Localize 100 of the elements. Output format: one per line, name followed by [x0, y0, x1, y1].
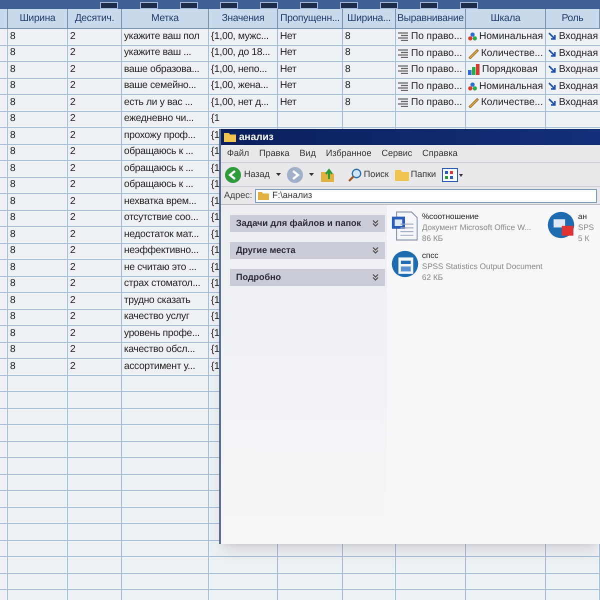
toolbar-icon[interactable]	[380, 2, 398, 9]
role-cell-text: Входная	[558, 80, 598, 94]
toolbar-icon[interactable]	[420, 2, 438, 9]
table-cell	[209, 557, 278, 574]
table-cell: {1,00, мужс...	[209, 29, 278, 46]
table-cell: 2	[68, 128, 122, 144]
table-cell: есть ли у вас ...	[122, 95, 209, 112]
table-cell: 2	[68, 112, 122, 128]
table-cell: 8	[8, 128, 68, 144]
align-cell-text: По право...	[411, 46, 462, 61]
views-icon[interactable]	[442, 168, 464, 182]
table-cell: 2	[68, 144, 122, 161]
table-cell	[8, 458, 68, 474]
column-header[interactable]: Шкала	[466, 9, 546, 29]
table-cell: Нет	[278, 29, 343, 46]
table-cell: Нет	[278, 78, 343, 95]
toolbar-icon[interactable]	[220, 2, 238, 9]
table-cell	[546, 557, 600, 574]
menu-item[interactable]: Избранное	[326, 146, 372, 160]
align-right-icon	[398, 48, 408, 58]
address-field[interactable]: F:\анализ	[255, 188, 597, 202]
caret-icon[interactable]	[276, 172, 281, 176]
table-cell	[343, 574, 396, 590]
menu-item[interactable]: Файл	[227, 146, 250, 160]
search-icon	[348, 168, 362, 182]
file-item[interactable]: спсс SPSS Statistics Output Document 62 КБ	[391, 250, 541, 283]
table-cell	[8, 474, 68, 491]
table-cell: 8	[8, 95, 68, 112]
table-cell	[8, 508, 68, 524]
arrow-icon	[548, 98, 557, 108]
file-size: 62 КБ	[422, 272, 444, 283]
document-icon	[391, 211, 419, 241]
table-cell	[68, 408, 122, 425]
toolbar-icon[interactable]	[300, 2, 318, 9]
table-cell: обращаюсь к ...	[122, 161, 209, 178]
table-cell	[68, 425, 122, 442]
column-header[interactable]: Значения	[209, 9, 278, 29]
column-header[interactable]: Десятич.	[68, 9, 122, 29]
column-header[interactable]: Ширина	[8, 9, 68, 29]
menu-item[interactable]: Вид	[300, 146, 316, 160]
table-cell: 8	[8, 210, 68, 227]
measure-cell-text: Количестве...	[480, 96, 543, 110]
folder-icon	[224, 132, 236, 142]
search-button[interactable]: Поиск	[348, 168, 389, 182]
table-cell: 8	[343, 46, 396, 62]
toolbar-icon[interactable]	[260, 2, 278, 9]
toolbar-icon[interactable]	[460, 2, 478, 9]
toolbar-icon[interactable]	[180, 2, 198, 9]
three-balls-icon	[468, 31, 478, 42]
table-cell: 2	[68, 260, 122, 276]
table-cell	[68, 508, 122, 524]
table-cell	[209, 574, 278, 590]
table-cell: отсутствие соо...	[122, 210, 209, 227]
folders-button[interactable]: Папки	[394, 168, 436, 182]
column-header[interactable]: Метка	[122, 9, 209, 29]
table-cell: 8	[8, 78, 68, 95]
task-panel-header[interactable]: Другие места	[230, 242, 385, 259]
file-size: 86 КБ	[422, 233, 444, 244]
toolbar-icon[interactable]	[140, 2, 158, 9]
table-cell: 2	[68, 78, 122, 95]
role-cell-text: Входная	[558, 30, 598, 44]
menu-item[interactable]: Справка	[422, 146, 458, 160]
file-item[interactable]: %соотношение Документ Microsoft Office W... 86 КБ	[391, 211, 541, 244]
toolbar-icon[interactable]	[100, 2, 118, 9]
toolbar-icon[interactable]	[340, 2, 358, 9]
file-size: 5 К	[578, 233, 590, 244]
table-cell	[68, 474, 122, 491]
table-cell: укажите ваш пол	[122, 29, 209, 46]
table-cell: 2	[68, 276, 122, 293]
menu-item[interactable]: Сервис	[381, 146, 412, 160]
task-panel-header[interactable]: Задачи для файлов и папок	[230, 215, 385, 232]
table-cell: 2	[68, 310, 122, 326]
table-cell: 8	[8, 194, 68, 210]
column-header[interactable]: Пропущенн...	[278, 9, 343, 29]
table-cell: 8	[8, 342, 68, 359]
arrow-icon	[548, 32, 557, 42]
table-cell: 8	[8, 326, 68, 342]
table-cell: 2	[68, 46, 122, 62]
bar-chart-icon	[468, 64, 480, 76]
folder-icon	[258, 191, 270, 200]
column-header[interactable]: Роль	[546, 9, 600, 29]
table-cell: 2	[68, 194, 122, 210]
table-cell	[8, 540, 68, 557]
table-cell: ассортимент у...	[122, 359, 209, 376]
file-name: %соотношение	[422, 211, 480, 222]
column-header[interactable]: Выравнивание	[396, 9, 466, 29]
table-cell	[68, 540, 122, 557]
task-panel-header[interactable]: Подробно	[230, 269, 385, 286]
table-cell: 2	[68, 326, 122, 342]
table-cell: Нет	[278, 62, 343, 78]
table-cell	[278, 557, 343, 574]
up-folder-icon[interactable]	[320, 166, 336, 182]
table-cell	[8, 442, 68, 458]
caret-icon[interactable]	[308, 172, 314, 176]
chevron-down-icon	[372, 274, 379, 281]
ruler-icon	[468, 48, 479, 59]
table-cell: 2	[68, 359, 122, 376]
file-item[interactable]: ан SPS 5 К	[547, 211, 594, 244]
column-header[interactable]: Ширина...	[343, 9, 396, 29]
table-cell: трудно сказать	[122, 293, 209, 310]
